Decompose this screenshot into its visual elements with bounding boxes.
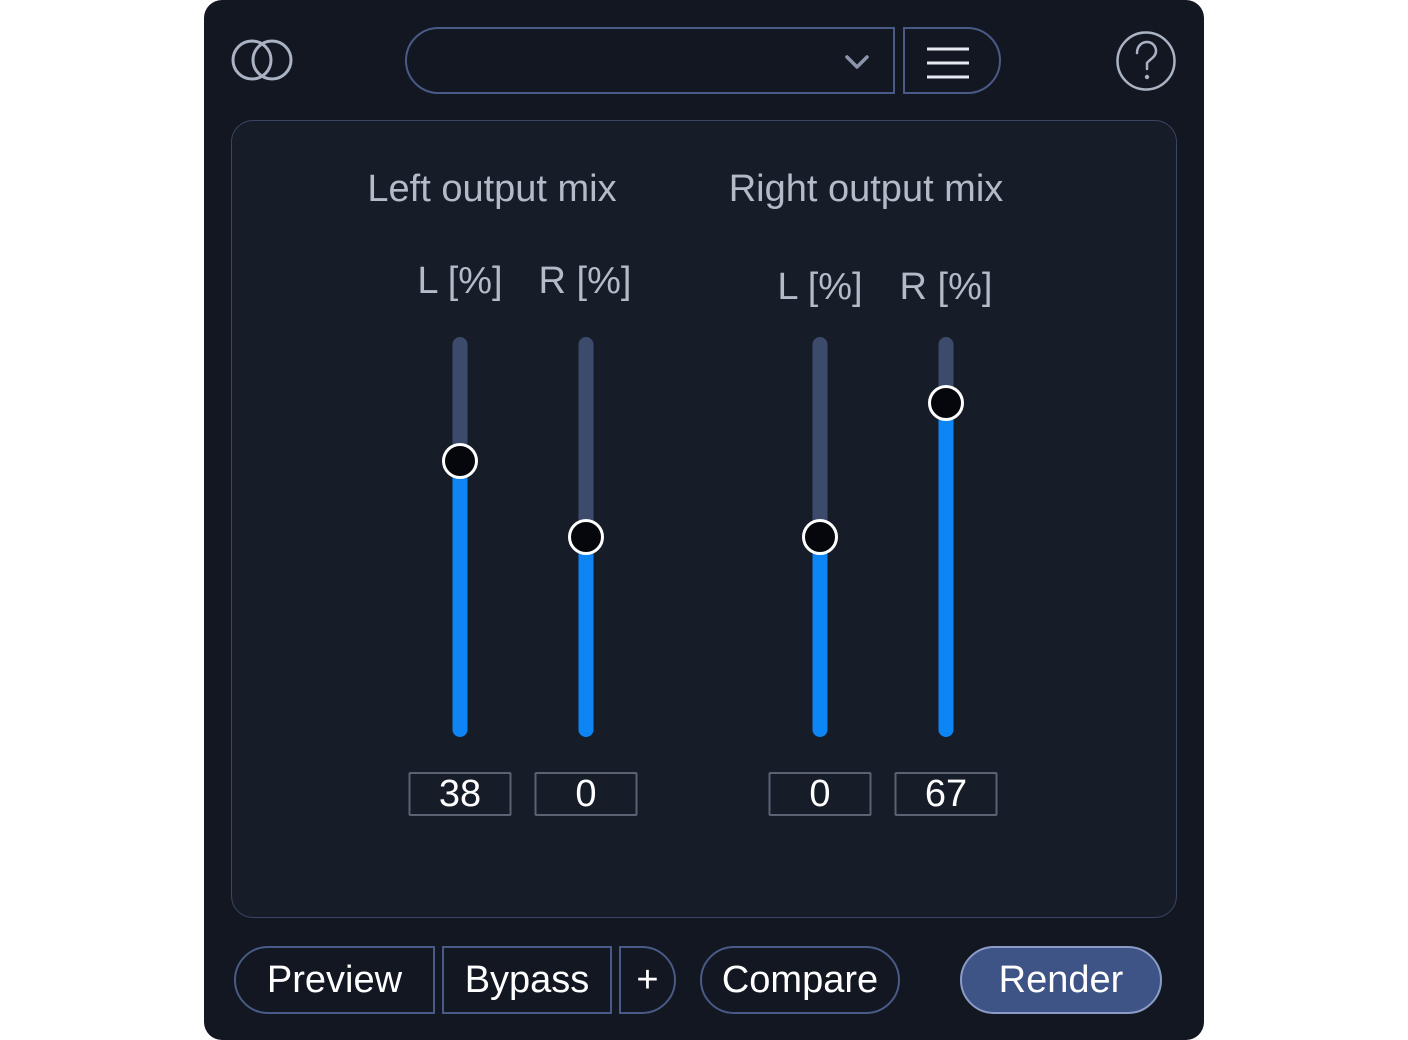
left-mix-l-handle[interactable] <box>442 443 478 479</box>
slider-fill <box>452 461 468 737</box>
slider-fill <box>578 537 594 737</box>
add-button[interactable]: + <box>619 946 676 1014</box>
compare-button[interactable]: Compare <box>700 946 900 1014</box>
left-mix-r-handle[interactable] <box>568 519 604 555</box>
left-mix-r-value-field[interactable]: 0 <box>534 772 638 816</box>
menu-button[interactable] <box>903 27 1001 94</box>
right-output-mix-title: Right output mix <box>728 168 1004 210</box>
right-mix-r-label: R [%] <box>899 266 993 308</box>
chevron-down-icon <box>845 55 869 69</box>
logo-icon[interactable] <box>230 36 294 84</box>
plugin-window: Left output mix Right output mix L [%] R… <box>204 0 1204 1040</box>
left-output-mix-title: Left output mix <box>367 168 617 210</box>
right-mix-l-value-field[interactable]: 0 <box>768 772 872 816</box>
bypass-button[interactable]: Bypass <box>442 946 612 1014</box>
right-mix-r-value-field[interactable]: 67 <box>894 772 998 816</box>
right-mix-l-handle[interactable] <box>802 519 838 555</box>
right-mix-r-handle[interactable] <box>928 385 964 421</box>
right-mix-l-label: L [%] <box>777 266 863 308</box>
left-mix-l-slider[interactable] <box>452 337 468 737</box>
help-icon[interactable] <box>1115 30 1177 92</box>
main-panel <box>231 120 1177 918</box>
preset-dropdown[interactable] <box>405 27 895 94</box>
left-mix-l-value-field[interactable]: 38 <box>408 772 512 816</box>
left-mix-l-label: L [%] <box>417 260 503 302</box>
preview-button[interactable]: Preview <box>234 946 435 1014</box>
slider-fill <box>812 537 828 737</box>
slider-fill <box>938 403 954 737</box>
left-mix-r-label: R [%] <box>538 260 632 302</box>
hamburger-menu-icon <box>927 47 969 79</box>
render-button[interactable]: Render <box>960 946 1162 1014</box>
